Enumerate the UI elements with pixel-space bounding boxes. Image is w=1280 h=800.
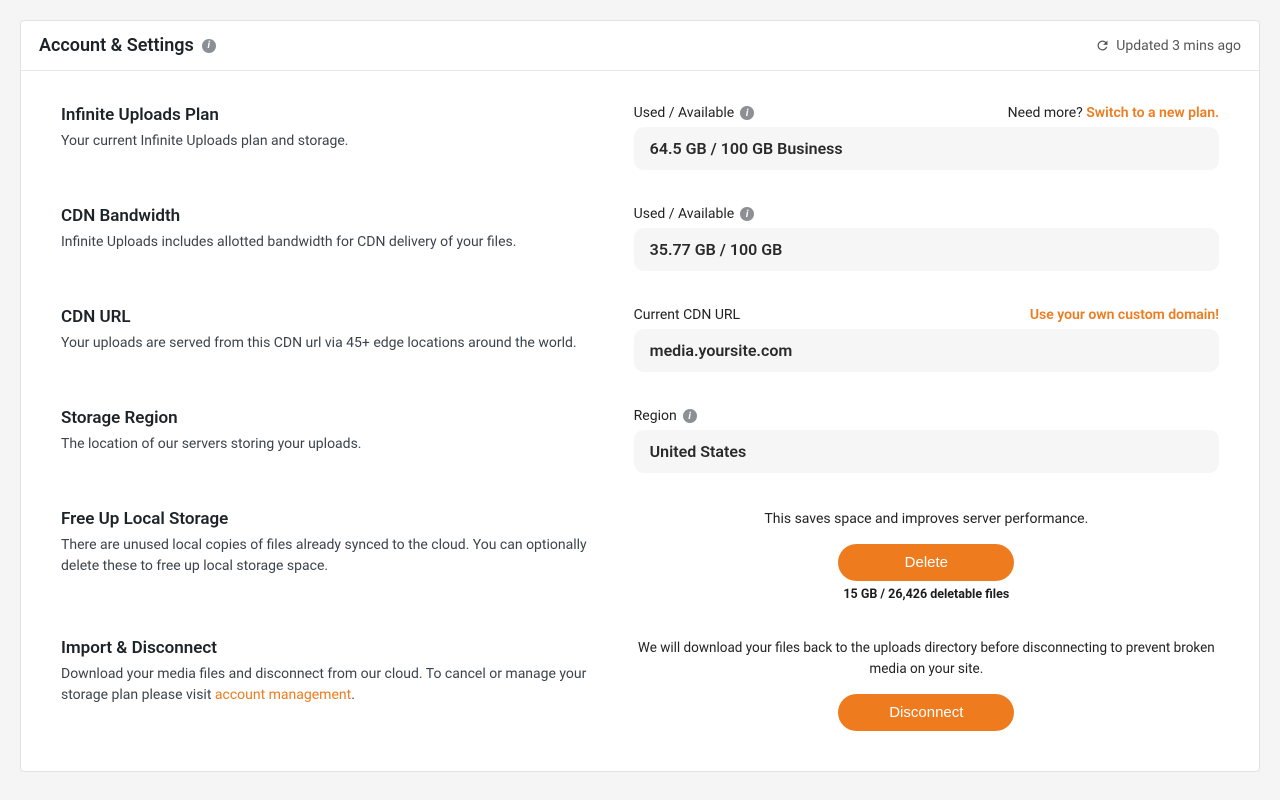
disconnect-note: We will download your files back to the … — [634, 638, 1219, 680]
refresh-icon — [1095, 38, 1110, 53]
bandwidth-value: 35.77 GB / 100 GB — [634, 228, 1219, 271]
info-icon[interactable]: i — [683, 409, 697, 423]
disconnect-title: Import & Disconnect — [61, 638, 594, 658]
deletable-files-text: 15 GB / 26,426 deletable files — [634, 587, 1219, 602]
bandwidth-field-label: Used / Available — [634, 206, 735, 222]
plan-field-label: Used / Available — [634, 105, 735, 121]
cdn-url-field-label: Current CDN URL — [634, 307, 740, 323]
info-icon[interactable]: i — [202, 39, 216, 53]
bandwidth-title: CDN Bandwidth — [61, 206, 594, 226]
region-title: Storage Region — [61, 408, 594, 428]
region-value: United States — [634, 430, 1219, 473]
cdn-url-value: media.yoursite.com — [634, 329, 1219, 372]
disconnect-desc: Download your media files and disconnect… — [61, 664, 594, 706]
plan-title: Infinite Uploads Plan — [61, 105, 594, 125]
plan-value: 64.5 GB / 100 GB Business — [634, 127, 1219, 170]
updated-indicator[interactable]: Updated 3 mins ago — [1095, 38, 1241, 54]
need-more-text: Need more? — [1008, 105, 1087, 121]
info-icon[interactable]: i — [740, 106, 754, 120]
row-disconnect: Import & Disconnect Download your media … — [21, 614, 1259, 743]
page-title: Account & Settings — [39, 35, 194, 56]
custom-domain-link[interactable]: Use your own custom domain! — [1030, 307, 1219, 323]
disconnect-desc-post: . — [351, 687, 355, 703]
row-bandwidth: CDN Bandwidth Infinite Uploads includes … — [21, 182, 1259, 283]
disconnect-button[interactable]: Disconnect — [838, 694, 1014, 731]
cdn-url-title: CDN URL — [61, 307, 594, 327]
panel-header: Account & Settings i Updated 3 mins ago — [21, 21, 1259, 71]
region-desc: The location of our servers storing your… — [61, 434, 594, 455]
account-management-link[interactable]: account management — [215, 687, 351, 703]
info-icon[interactable]: i — [740, 207, 754, 221]
bandwidth-desc: Infinite Uploads includes allotted bandw… — [61, 232, 594, 253]
updated-label: Updated 3 mins ago — [1116, 38, 1241, 54]
free-up-title: Free Up Local Storage — [61, 509, 594, 529]
plan-desc: Your current Infinite Uploads plan and s… — [61, 131, 594, 152]
row-region: Storage Region The location of our serve… — [21, 384, 1259, 485]
settings-panel: Account & Settings i Updated 3 mins ago … — [20, 20, 1260, 772]
delete-button[interactable]: Delete — [838, 544, 1014, 581]
region-field-label: Region — [634, 408, 677, 424]
free-up-note: This saves space and improves server per… — [634, 509, 1219, 530]
panel-body: Infinite Uploads Plan Your current Infin… — [21, 71, 1259, 771]
row-plan: Infinite Uploads Plan Your current Infin… — [21, 81, 1259, 182]
row-cdn-url: CDN URL Your uploads are served from thi… — [21, 283, 1259, 384]
cdn-url-desc: Your uploads are served from this CDN ur… — [61, 333, 594, 354]
row-free-up: Free Up Local Storage There are unused l… — [21, 485, 1259, 614]
free-up-desc: There are unused local copies of files a… — [61, 535, 594, 577]
switch-plan-link[interactable]: Switch to a new plan. — [1086, 105, 1219, 121]
